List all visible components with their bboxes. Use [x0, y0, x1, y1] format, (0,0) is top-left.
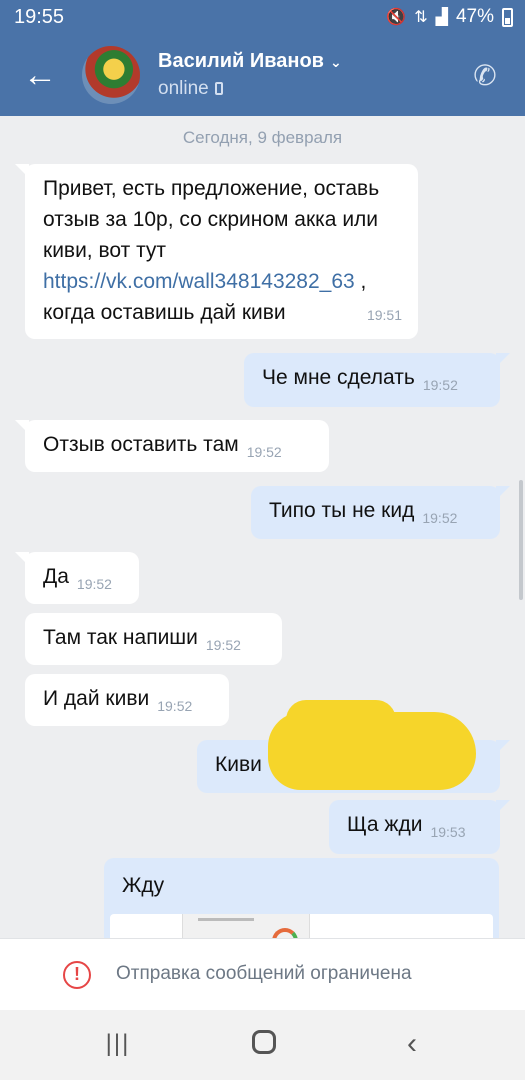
message-bubble[interactable]: И дай киви 19:52	[25, 674, 229, 726]
status-icons: 🔇 ⇅ ▟ 47%	[386, 6, 513, 28]
chat-header: ← Василий Иванов ⌄ online ✆	[0, 36, 525, 116]
thumbnail-text-line	[198, 918, 254, 921]
message-time: 19:52	[422, 510, 458, 526]
home-icon[interactable]	[244, 1030, 284, 1060]
message-text: Привет, есть предложение, оставь отзыв з…	[43, 177, 380, 262]
status-bar: 19:55 🔇 ⇅ ▟ 47%	[0, 0, 525, 36]
contact-name: Василий Иванов	[158, 50, 324, 72]
message-bubble[interactable]: Отзыв оставить там 19:52	[15, 420, 329, 472]
warning-icon: !	[63, 961, 91, 989]
redaction-mark	[268, 712, 476, 790]
scrollbar[interactable]	[519, 480, 523, 600]
message-time: 19:53	[430, 824, 466, 840]
message-restriction-bar: ! Отправка сообщений ограничена	[0, 938, 525, 1010]
mute-icon: 🔇	[386, 9, 407, 26]
back-arrow-icon[interactable]: ←	[22, 58, 58, 94]
avatar[interactable]	[82, 46, 140, 104]
message-text: И дай киви	[43, 687, 150, 710]
message-link[interactable]: https://vk.com/wall348143282_63	[43, 270, 355, 293]
status-time: 19:55	[14, 6, 65, 28]
message-text: Отзыв оставить там	[43, 433, 239, 456]
message-text: Да	[43, 565, 69, 588]
message-text: Ща жди	[347, 813, 423, 836]
data-arrows-icon: ⇅	[414, 9, 428, 26]
back-icon[interactable]: ‹	[392, 1029, 432, 1060]
message-bubble[interactable]: Типо ты не кид 19:52	[251, 486, 510, 539]
status-text: online	[158, 78, 209, 99]
message-time: 19:52	[157, 698, 193, 714]
message-text: Че мне сделать	[262, 366, 415, 389]
message-bubble[interactable]: Че мне сделать 19:52	[244, 353, 510, 407]
signal-icon: ▟	[435, 9, 448, 26]
phone-icon	[214, 82, 223, 95]
message-time: 19:52	[76, 576, 112, 592]
restriction-message: Отправка сообщений ограничена	[116, 963, 412, 984]
message-text: Там так напиши	[43, 626, 198, 649]
message-time: 19:52	[246, 444, 282, 460]
message-bubble[interactable]: Ща жди 19:53	[329, 800, 510, 854]
message-bubble[interactable]: Да 19:52	[15, 552, 139, 604]
contact-status: online	[158, 78, 223, 100]
battery-percent: 47%	[455, 6, 494, 27]
message-text: Киви	[215, 753, 262, 776]
chevron-down-icon: ⌄	[329, 54, 342, 70]
message-time: 19:52	[205, 637, 241, 653]
date-separator: Сегодня, 9 февраля	[182, 128, 343, 147]
message-text: Типо ты не кид	[269, 499, 415, 522]
recent-apps-icon[interactable]: |||	[98, 1030, 138, 1060]
message-bubble[interactable]: Привет, есть предложение, оставь отзыв з…	[15, 164, 418, 339]
message-bubble-with-image[interactable]: Жду	[104, 858, 499, 954]
message-time: 19:52	[422, 377, 458, 393]
battery-icon	[502, 7, 513, 27]
contact-name-button[interactable]: Василий Иванов ⌄	[158, 50, 342, 73]
message-text: Жду	[122, 874, 165, 897]
call-icon[interactable]: ✆	[467, 58, 503, 94]
system-nav-bar: ||| ‹	[0, 1010, 525, 1080]
message-bubble[interactable]: Там так напиши 19:52	[25, 613, 282, 665]
message-time: 19:51	[366, 307, 402, 323]
